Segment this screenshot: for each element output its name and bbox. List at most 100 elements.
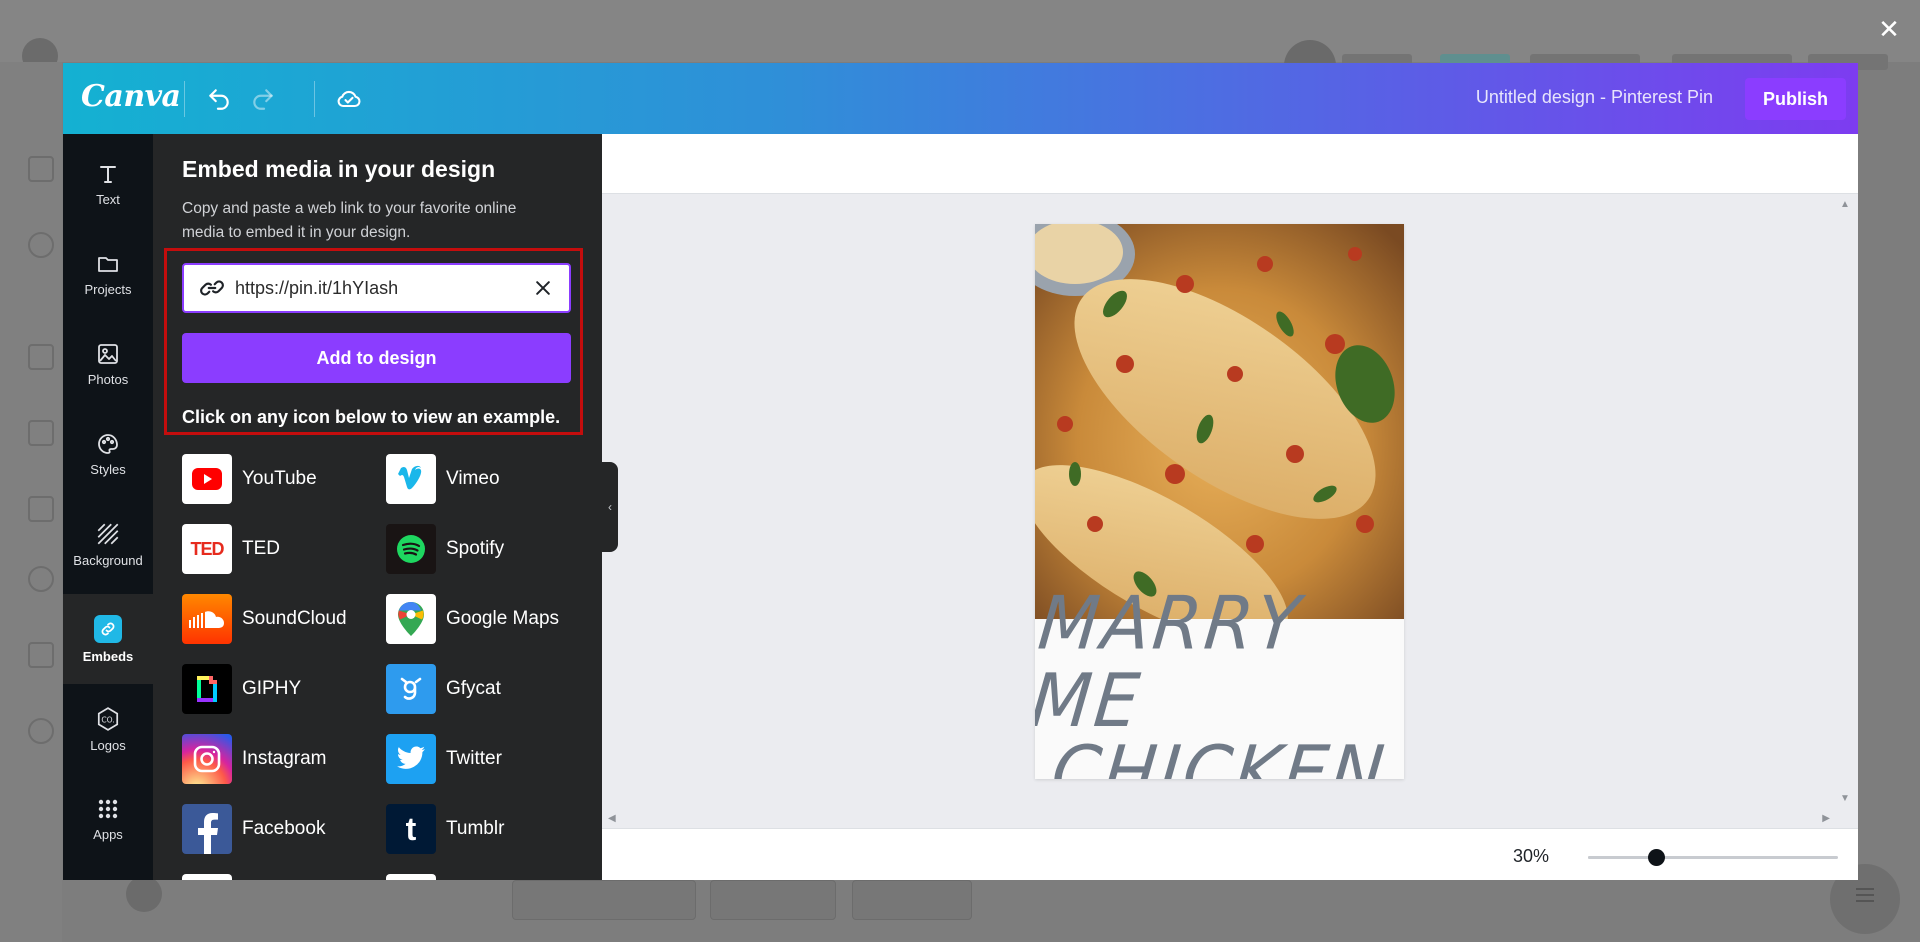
zoom-level[interactable]: 30% [1513,846,1549,867]
embed-item-twitter[interactable]: Twitter [386,734,502,784]
design-title[interactable]: Untitled design - Pinterest Pin [1476,87,1713,108]
collapse-panel-tab[interactable]: ‹ [602,462,618,552]
sidebar-item-label: Photos [87,371,129,387]
apps-icon [98,799,118,818]
url-input[interactable] [235,277,525,299]
sidebar-item-styles[interactable]: Styles [63,414,153,494]
background-coin-icon [28,232,54,258]
embed-item-vimeo[interactable]: Vimeo [386,454,500,504]
tumblr-icon: t [386,804,436,854]
text-icon [100,165,116,183]
panel-description: Copy and paste a web link to your favori… [182,200,517,241]
canva-logo[interactable]: Canva [81,79,181,114]
scroll-right-icon[interactable]: ▶ [1822,814,1830,824]
background-grid-icon [28,156,54,182]
embed-item-tumblr[interactable]: t Tumblr [386,804,504,854]
embed-label: Spotify [446,538,505,559]
scroll-down-icon[interactable]: ▼ [1840,794,1850,804]
clear-icon[interactable] [529,274,557,302]
embed-item-ted[interactable]: TED TED [182,524,280,574]
google-maps-icon [386,594,436,644]
embed-label: GIPHY [242,678,302,699]
undo-icon [209,89,229,110]
redo-icon [253,89,273,110]
sidebar-item-background[interactable]: Background [63,504,153,584]
embed-item-giphy[interactable]: GIPHY [182,664,301,714]
background-upload-icon [28,642,54,668]
embed-icon [94,614,122,643]
background-button [710,880,836,920]
zoom-slider-thumb[interactable] [1647,849,1665,866]
sidebar-item-label: Styles [90,461,126,477]
embed-label: Facebook [242,818,326,839]
redo-button[interactable] [245,81,281,117]
spotify-icon [386,524,436,574]
sidebar-item-label: Logos [90,737,126,753]
background-topbar [0,0,1920,62]
embed-label: Vimeo [446,468,500,489]
embed-item-instagram[interactable]: Instagram [182,734,326,784]
close-modal-icon[interactable]: ✕ [1876,16,1902,42]
vertical-scrollbar[interactable]: ▲ ▼ [1838,198,1852,806]
embed-item-facebook[interactable]: Facebook [182,804,325,854]
background-feed-icon [28,496,54,522]
design-text-line-2: CHICKEN [1047,729,1392,779]
horizontal-scrollbar[interactable]: ◀ ▶ [608,812,1830,826]
scroll-left-icon[interactable]: ◀ [608,814,616,824]
sidebar-item-apps[interactable]: Apps [63,779,153,859]
sidebar-item-label: Embeds [82,648,134,664]
panel-title: Embed media in your design [182,156,496,182]
vimeo-icon [386,454,436,504]
background-menu-icon [1856,888,1874,890]
ted-icon: TED [182,524,232,574]
chicken-photo [1035,224,1404,619]
sidebar-rail: Text Projects Photos Styles Background E… [63,134,153,880]
header-divider [184,81,185,117]
embed-item-spotify[interactable]: Spotify [386,524,504,574]
facebook-icon [182,804,232,854]
undo-button[interactable] [201,81,237,117]
embed-label: Instagram [242,748,327,769]
image-icon [98,343,118,364]
embed-label: Google Maps [446,608,560,629]
embed-next-icon[interactable] [386,874,436,880]
background-target-icon [28,566,54,592]
sidebar-item-label: Background [73,552,143,568]
sidebar-item-projects[interactable]: Projects [63,234,153,314]
sidebar-item-photos[interactable]: Photos [63,324,153,404]
background-icon [97,523,119,544]
header-divider [314,81,315,117]
sidebar-item-text[interactable]: Text [63,144,153,224]
panel-hint: Click on any icon below to view an examp… [182,407,561,427]
embed-item-google-maps[interactable]: Google Maps [386,594,559,644]
embed-item-youtube[interactable]: YouTube [182,454,317,504]
background-edit-icon [28,344,54,370]
add-to-design-button[interactable]: Add to design [182,333,571,383]
embed-label: TED [242,538,280,559]
embed-label: Gfycat [446,678,501,699]
folder-icon [98,256,118,272]
design-page[interactable]: MARRY ME CHICKEN [1035,224,1404,779]
background-button [512,880,696,920]
url-field[interactable] [182,263,571,313]
embed-label: Twitter [446,748,502,769]
gfycat-icon [386,664,436,714]
sidebar-item-label: Projects [84,281,132,297]
save-status-button[interactable] [331,81,367,117]
zoom-slider[interactable] [1588,849,1838,866]
design-text[interactable]: MARRY ME CHICKEN [1035,580,1404,779]
background-settings-icon [28,718,54,744]
embed-label: YouTube [242,468,317,489]
palette-icon [98,433,118,454]
svg-text:CO.: CO. [101,715,114,724]
sidebar-item-embeds[interactable]: Embeds [63,594,153,684]
pinterest-icon[interactable] [182,874,232,880]
scroll-up-icon[interactable]: ▲ [1840,200,1850,210]
background-button [852,880,972,920]
giphy-icon [182,664,232,714]
instagram-icon [182,734,232,784]
publish-button[interactable]: Publish [1745,78,1846,120]
sidebar-item-logos[interactable]: CO. Logos [63,689,153,769]
embed-item-gfycat[interactable]: Gfycat [386,664,501,714]
embed-item-soundcloud[interactable]: SoundCloud [182,594,347,644]
